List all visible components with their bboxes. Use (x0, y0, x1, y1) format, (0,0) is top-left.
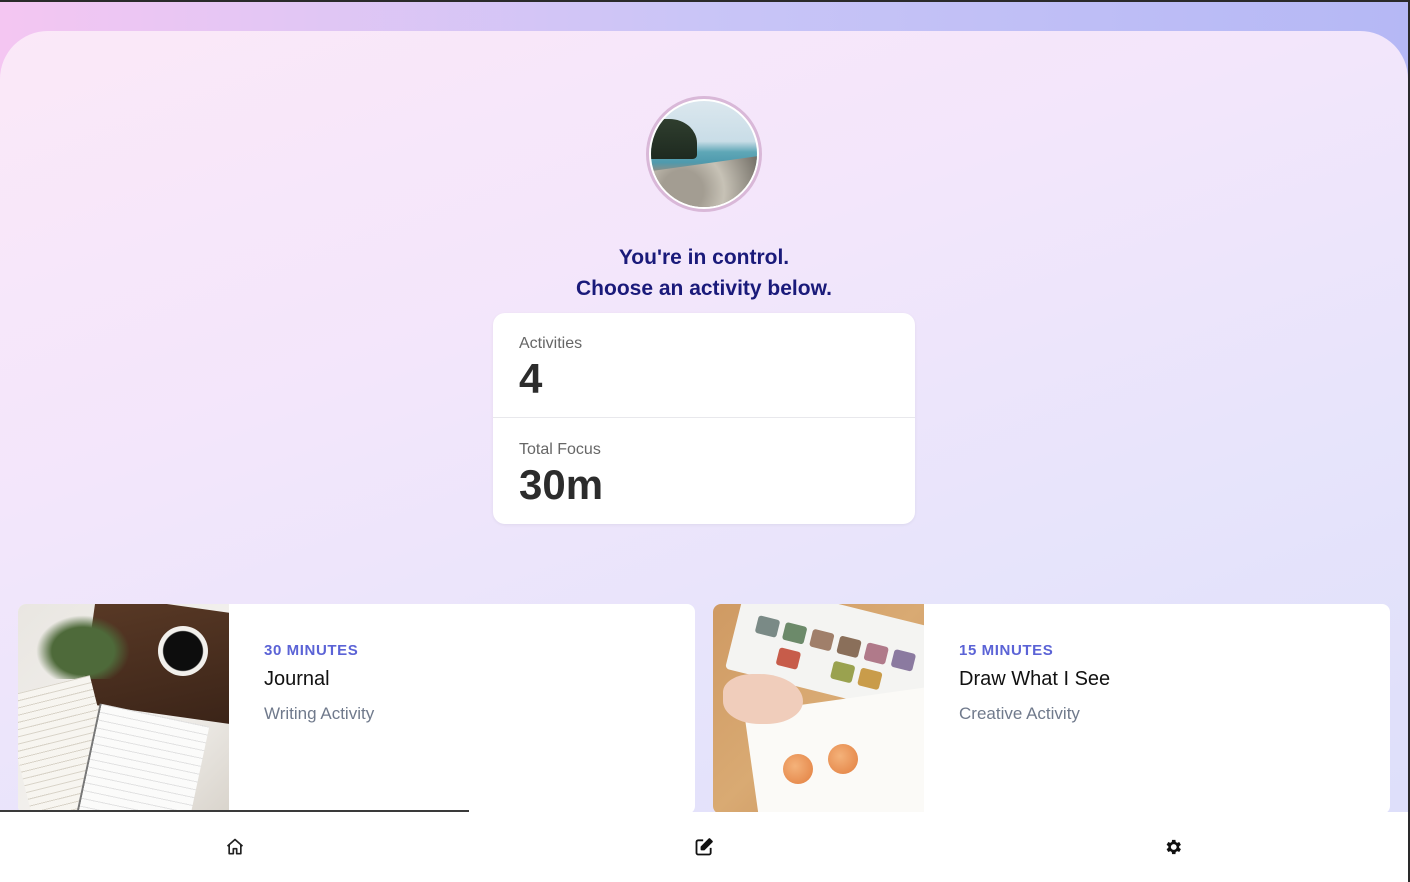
main-panel: You're in control. Choose an activity be… (0, 31, 1408, 882)
stat-activities: Activities 4 (493, 313, 915, 418)
stat-total-focus: Total Focus 30m (493, 419, 915, 524)
stat-value: 30m (519, 461, 604, 508)
tab-edit[interactable] (469, 812, 938, 882)
activity-duration: 30 MINUTES (264, 642, 359, 659)
activity-category: Writing Activity (264, 704, 375, 723)
stats-card: Activities 4 Total Focus 30m (493, 313, 915, 524)
stat-label: Activities (519, 335, 583, 352)
edit-icon (695, 838, 713, 856)
watercolor-photo-image (713, 604, 924, 814)
activity-category: Creative Activity (959, 704, 1080, 723)
activity-title: Journal (264, 668, 330, 690)
avatar (646, 96, 762, 212)
stat-value: 4 (519, 355, 543, 402)
bottom-tab-bar (0, 810, 1408, 882)
gear-icon (1166, 839, 1182, 855)
headline-line-2: Choose an activity below. (576, 277, 832, 300)
page-headline: You're in control. Choose an activity be… (404, 242, 1004, 304)
window-top-border (0, 0, 1410, 2)
tab-home[interactable] (0, 810, 470, 882)
home-icon (226, 838, 243, 855)
activity-title: Draw What I See (959, 668, 1111, 690)
tab-settings[interactable] (939, 812, 1408, 882)
activity-duration: 15 MINUTES (959, 642, 1054, 659)
beach-photo-image (651, 101, 757, 207)
stat-label: Total Focus (519, 441, 601, 458)
headline-line-1: You're in control. (618, 246, 790, 269)
activity-card-journal[interactable]: 30 MINUTES Journal Writing Activity (18, 604, 695, 814)
journal-photo-image (18, 604, 229, 814)
activity-card-draw[interactable]: 15 MINUTES Draw What I See Creative Acti… (713, 604, 1390, 814)
